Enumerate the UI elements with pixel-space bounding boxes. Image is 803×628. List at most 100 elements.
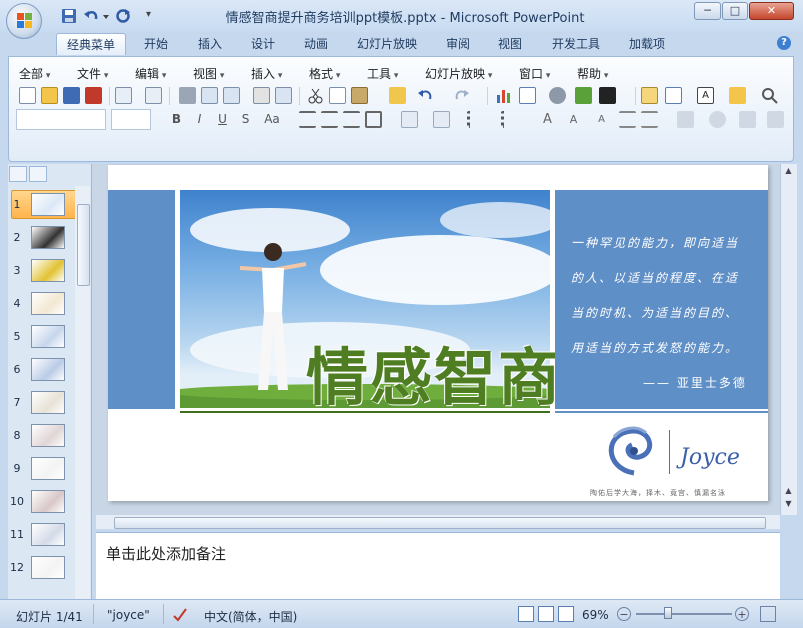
undo-toolbar-icon[interactable]: [417, 87, 434, 104]
slide-thumbnail[interactable]: [31, 358, 65, 381]
font-name-combo[interactable]: [16, 109, 106, 130]
shrink-font-icon[interactable]: A: [593, 111, 610, 128]
menu-tools[interactable]: 工具: [367, 65, 398, 82]
minimize-button[interactable]: ─: [694, 2, 721, 20]
zoom-slider-handle[interactable]: [664, 607, 672, 619]
next-slide-icon[interactable]: ▼: [783, 499, 794, 511]
slide-horizontal-scrollbar[interactable]: [96, 515, 780, 529]
tab-home[interactable]: 开始: [136, 33, 176, 55]
chart-icon[interactable]: [495, 87, 512, 104]
shapes-icon[interactable]: [709, 111, 726, 128]
slide-thumbnail[interactable]: [31, 259, 65, 282]
slide-thumbnail[interactable]: [31, 523, 65, 546]
undo-icon[interactable]: [82, 7, 100, 25]
tab-developer[interactable]: 开发工具: [543, 33, 609, 55]
decrease-font-icon[interactable]: A: [565, 111, 582, 128]
tab-review[interactable]: 审阅: [438, 33, 478, 55]
outline-tab[interactable]: [29, 166, 47, 182]
slide-thumbnail[interactable]: [31, 424, 65, 447]
fit-to-window-icon[interactable]: [760, 606, 776, 622]
change-case-button[interactable]: Aa: [259, 110, 285, 129]
tab-insert[interactable]: 插入: [190, 33, 230, 55]
tab-classic-menu[interactable]: 经典菜单: [56, 33, 126, 55]
close-button[interactable]: ✕: [749, 2, 794, 20]
permission-icon[interactable]: [115, 87, 132, 104]
italic-button[interactable]: I: [190, 110, 209, 129]
slide-thumbnail[interactable]: [31, 556, 65, 579]
office-button[interactable]: [6, 3, 42, 39]
underline-button[interactable]: U: [213, 110, 232, 129]
menu-slideshow[interactable]: 幻灯片放映: [425, 65, 492, 82]
menu-edit[interactable]: 编辑: [135, 65, 166, 82]
tab-animation[interactable]: 动画: [296, 33, 336, 55]
open-folder-icon[interactable]: [41, 87, 58, 104]
slide-thumbnail[interactable]: [31, 325, 65, 348]
zoom-slider[interactable]: [636, 613, 732, 615]
align-right-icon[interactable]: [343, 111, 360, 128]
print-icon[interactable]: [179, 87, 196, 104]
text-direction-icon[interactable]: [433, 111, 450, 128]
menu-view[interactable]: 视图: [193, 65, 224, 82]
zoom-level[interactable]: 69%: [582, 608, 609, 622]
zoom-out-icon[interactable]: −: [617, 607, 631, 621]
tab-addins[interactable]: 加载项: [620, 33, 674, 55]
paste-icon[interactable]: [351, 87, 368, 104]
slide-canvas[interactable]: 情感智商 一种罕见的能力，即向适当 的人、以适当的程度、在适 当的时机、为适当的…: [108, 165, 768, 501]
increase-font-icon[interactable]: A: [539, 111, 556, 128]
numbering-icon[interactable]: [467, 111, 484, 128]
menu-format[interactable]: 格式: [309, 65, 340, 82]
clipart-icon[interactable]: [549, 87, 566, 104]
slide-thumbnail[interactable]: [31, 226, 65, 249]
qat-customize-icon[interactable]: ▾: [146, 9, 151, 20]
menu-window[interactable]: 窗口: [519, 65, 550, 82]
menu-all[interactable]: 全部: [19, 65, 50, 82]
new-file-icon[interactable]: [19, 87, 36, 104]
fill-color-icon[interactable]: [599, 87, 616, 104]
menu-help[interactable]: 帮助: [577, 65, 608, 82]
strike-button[interactable]: S: [236, 110, 255, 129]
slide-thumbnail[interactable]: [31, 490, 65, 513]
slide-thumbnail[interactable]: [31, 292, 65, 315]
font-size-combo[interactable]: [111, 109, 151, 130]
print-preview-icon[interactable]: [201, 87, 218, 104]
menu-file[interactable]: 文件: [77, 65, 108, 82]
save-icon[interactable]: [60, 7, 78, 25]
menu-insert[interactable]: 插入: [251, 65, 282, 82]
publish-icon[interactable]: [145, 87, 162, 104]
quick-styles-icon[interactable]: [739, 111, 756, 128]
scroll-up-icon[interactable]: ▲: [783, 166, 794, 178]
previous-slide-icon[interactable]: ▲: [783, 486, 794, 498]
scrollbar-thumb[interactable]: [114, 517, 766, 529]
page-setup-icon[interactable]: [223, 87, 240, 104]
slideshow-view-icon[interactable]: [558, 606, 574, 622]
picture-icon[interactable]: [575, 87, 592, 104]
spelling-icon[interactable]: [253, 87, 270, 104]
columns-icon[interactable]: [401, 111, 418, 128]
format-painter-icon[interactable]: [389, 87, 406, 104]
maximize-button[interactable]: □: [722, 2, 748, 20]
bold-button[interactable]: B: [167, 110, 186, 129]
slides-pane-scrollbar[interactable]: [75, 186, 90, 599]
tab-design[interactable]: 设计: [243, 33, 283, 55]
tab-slideshow[interactable]: 幻灯片放映: [351, 33, 423, 55]
language-indicator[interactable]: 中文(简体，中国): [204, 608, 297, 625]
slide-thumbnail[interactable]: [31, 391, 65, 414]
save-file-icon[interactable]: [63, 87, 80, 104]
help-icon[interactable]: ?: [777, 36, 791, 50]
find-icon[interactable]: [761, 87, 778, 104]
undo-dropdown-icon[interactable]: [101, 7, 111, 25]
research-icon[interactable]: [275, 87, 292, 104]
tab-view[interactable]: 视图: [490, 33, 530, 55]
normal-view-icon[interactable]: [518, 606, 534, 622]
slide-sorter-icon[interactable]: [538, 606, 554, 622]
slide-thumbnail[interactable]: [31, 457, 65, 480]
cut-icon[interactable]: [307, 87, 324, 104]
notes-pane[interactable]: 单击此处添加备注: [96, 532, 780, 599]
decrease-indent-icon[interactable]: [619, 111, 636, 128]
copy-icon[interactable]: [329, 87, 346, 104]
slides-tab[interactable]: [9, 166, 27, 182]
spell-check-icon[interactable]: [172, 606, 188, 622]
textbox-icon[interactable]: A: [697, 87, 714, 104]
table-icon[interactable]: [519, 87, 536, 104]
align-left-icon[interactable]: [299, 111, 316, 128]
